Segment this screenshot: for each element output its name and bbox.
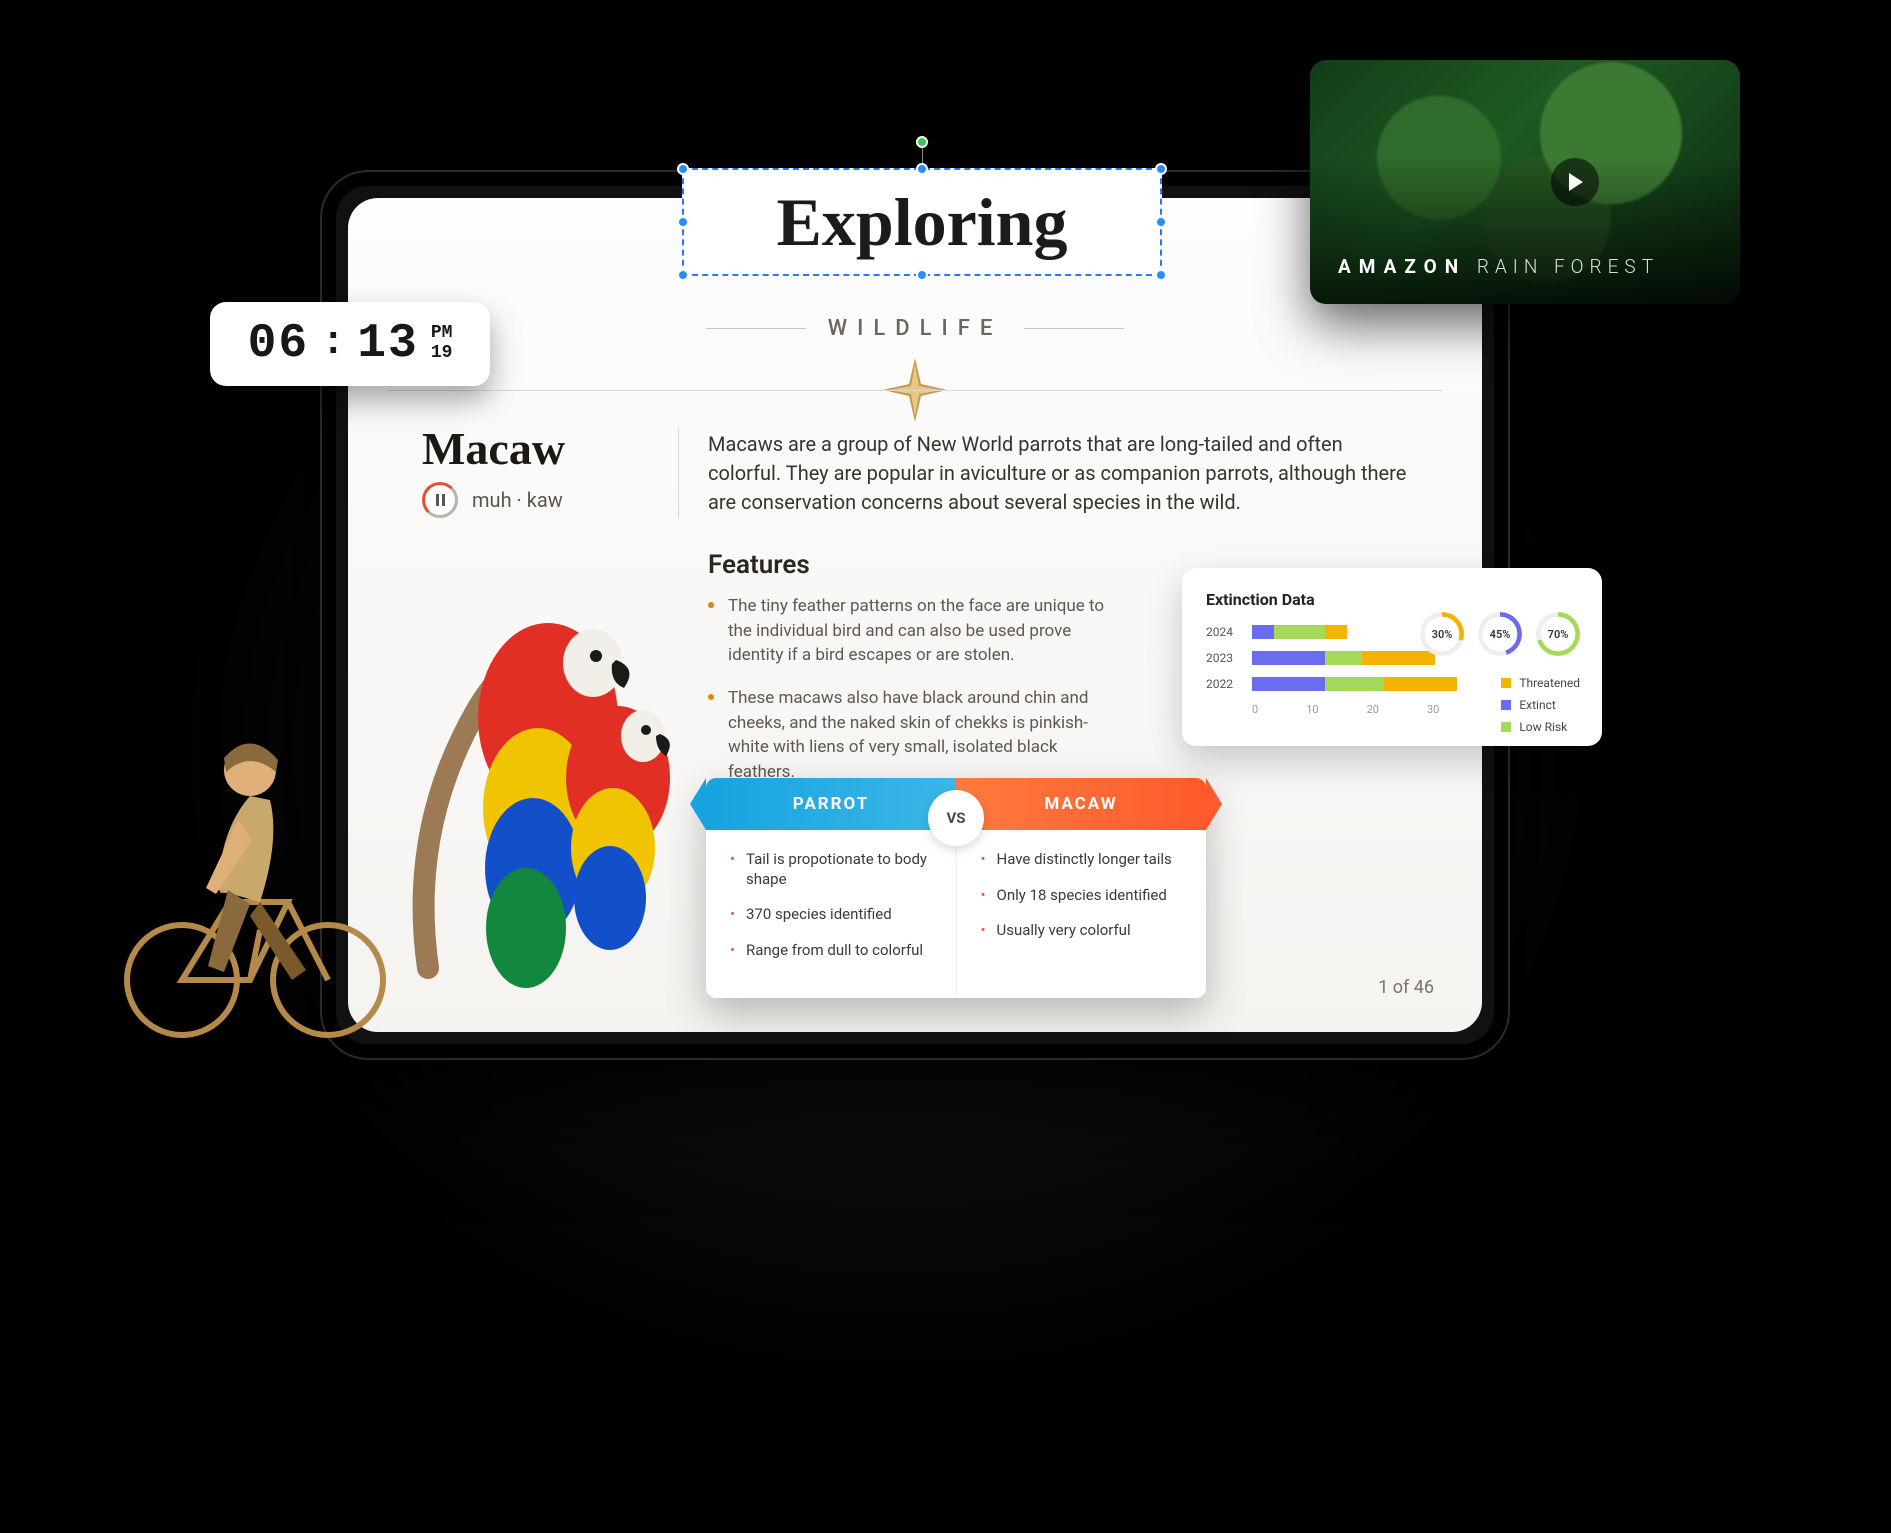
- chart-card: Extinction Data 202420232022 0102030 30%…: [1182, 568, 1602, 746]
- features-heading: Features: [708, 550, 810, 580]
- resize-handle-tr[interactable]: [1155, 163, 1167, 175]
- slide-subtitle: WILDLIFE: [828, 316, 1003, 341]
- cyclist-illustration: [110, 680, 390, 1040]
- title-textbox[interactable]: Exploring: [682, 168, 1162, 276]
- resize-handle-br[interactable]: [1155, 269, 1167, 281]
- pronunciation-text: muh · kaw: [472, 488, 563, 512]
- compare-right-item: Only 18 species identified: [981, 886, 1187, 906]
- clock-hours: 06: [248, 317, 310, 371]
- resize-handle-tm[interactable]: [916, 163, 928, 175]
- slide-canvas[interactable]: Exploring WILDLIFE Macaw: [348, 198, 1482, 1032]
- features-list: The tiny feather patterns on the face ar…: [708, 594, 1118, 802]
- clock-widget: 06 : 13 PM 19: [210, 302, 490, 386]
- compare-header-right: MACAW: [956, 778, 1206, 830]
- feature-item: The tiny feather patterns on the face ar…: [708, 594, 1118, 668]
- intro-paragraph: Macaws are a group of New World parrots …: [708, 430, 1418, 517]
- feature-item: These macaws also have black around chin…: [708, 686, 1118, 785]
- pronounce-button[interactable]: [422, 482, 458, 518]
- video-caption: AMAZON RAIN FOREST: [1338, 255, 1659, 278]
- clock-colon: :: [321, 324, 345, 364]
- vs-badge: VS: [928, 790, 984, 846]
- resize-handle-bl[interactable]: [677, 269, 689, 281]
- compare-left-item: 370 species identified: [730, 905, 936, 925]
- pause-icon: [436, 494, 445, 506]
- page-indicator: 1 of 46: [1378, 977, 1434, 998]
- compare-left-item: Tail is propotionate to body shape: [730, 850, 936, 889]
- clock-day: 19: [431, 344, 453, 364]
- macaw-image: [388, 548, 688, 1008]
- rotate-handle[interactable]: [916, 136, 928, 148]
- subtitle-row: WILDLIFE: [348, 316, 1482, 341]
- play-icon[interactable]: [1551, 158, 1599, 206]
- resize-handle-bm[interactable]: [916, 269, 928, 281]
- chart-title: Extinction Data: [1206, 590, 1578, 609]
- chart-donuts: 30%45%70%: [1420, 612, 1580, 656]
- compare-left-item: Range from dull to colorful: [730, 941, 936, 961]
- slide-title: Exploring: [777, 183, 1068, 262]
- clock-minutes: 13: [357, 317, 419, 371]
- subject-heading: Macaw: [422, 422, 565, 475]
- comparison-card: PARROT MACAW VS Tail is propotionate to …: [706, 778, 1206, 998]
- resize-handle-mr[interactable]: [1155, 216, 1167, 228]
- chart-legend: Threatened Extinct Low Risk: [1501, 676, 1580, 742]
- clock-ampm: PM: [431, 324, 453, 344]
- resize-handle-tl[interactable]: [677, 163, 689, 175]
- resize-handle-ml[interactable]: [677, 216, 689, 228]
- compare-right-item: Have distinctly longer tails: [981, 850, 1187, 870]
- compare-header-left: PARROT: [706, 778, 956, 830]
- compare-right-item: Usually very colorful: [981, 921, 1187, 941]
- video-card[interactable]: AMAZON RAIN FOREST: [1310, 60, 1740, 304]
